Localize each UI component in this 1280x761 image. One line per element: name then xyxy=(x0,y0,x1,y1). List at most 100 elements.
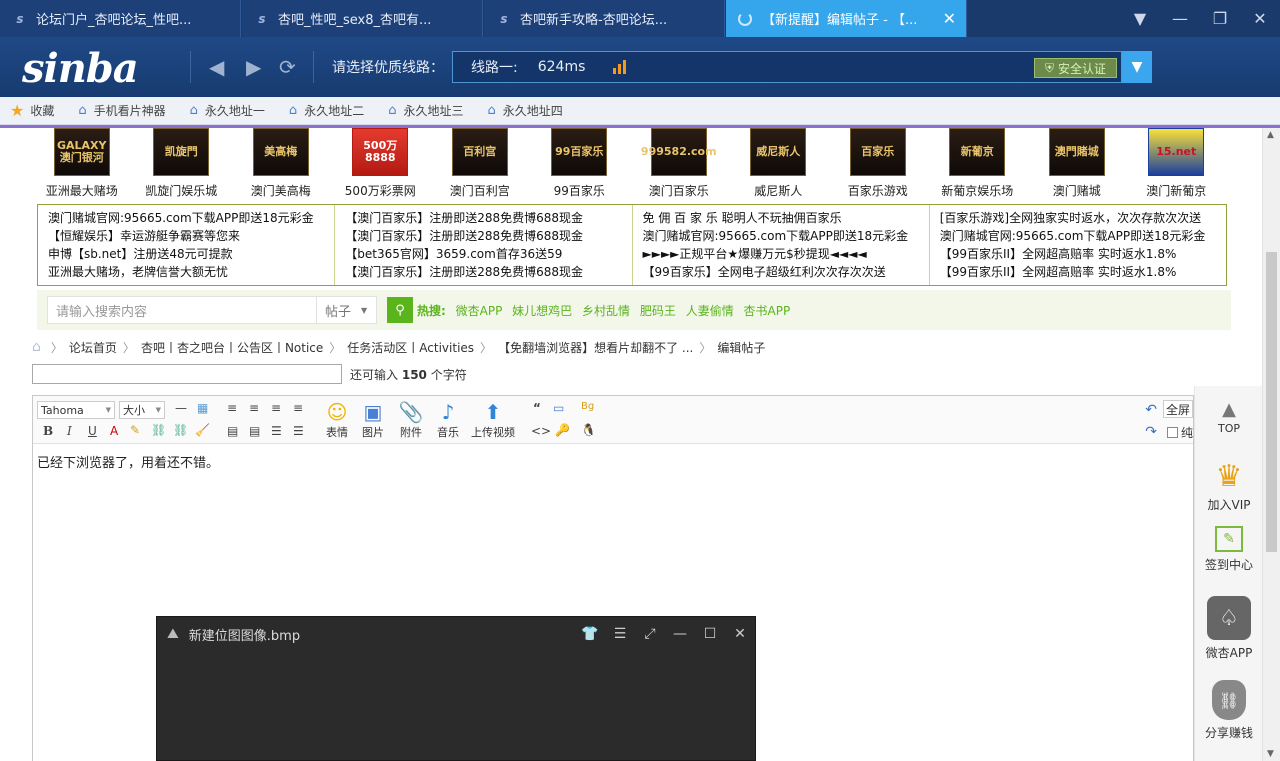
breadcrumb-link[interactable]: 论坛首页 xyxy=(69,339,117,356)
back-to-top-button[interactable]: ▲ TOP xyxy=(1195,396,1262,436)
hot-search-link[interactable]: 人妻偷情 xyxy=(686,304,734,318)
link-icon[interactable]: ⛓ xyxy=(151,423,166,437)
table-icon[interactable]: ▦ xyxy=(197,401,208,415)
logo-item[interactable]: 500万 8888 500万彩票网 xyxy=(331,128,431,200)
align-right-icon[interactable]: ≡ xyxy=(271,401,281,415)
ad-link[interactable]: 亚洲最大赌场，老牌信誉大额无忧 xyxy=(48,263,334,281)
upload-video-button[interactable]: ⬆ 上传视频 xyxy=(469,400,517,440)
refresh-icon[interactable]: ⟳ xyxy=(279,55,296,79)
ordered-list-icon[interactable]: ☰ xyxy=(271,424,282,438)
horizontal-rule-icon[interactable]: — xyxy=(175,401,187,415)
tab-1[interactable]: s 论坛门户_杏吧论坛_性吧... xyxy=(0,0,241,37)
quote-icon[interactable]: “ xyxy=(533,401,541,415)
favorite-item[interactable]: ⌂ 永久地址四 xyxy=(487,102,562,119)
home-icon[interactable]: ⌂ xyxy=(32,339,41,355)
scroll-up-icon[interactable]: ▲ xyxy=(1267,130,1274,140)
logo-item[interactable]: GALAXY 澳门银河 亚洲最大赌场 xyxy=(32,128,132,200)
subject-input[interactable] xyxy=(32,364,342,384)
logo-item[interactable]: 99百家乐 99百家乐 xyxy=(530,128,630,200)
underline-icon[interactable]: U xyxy=(88,424,97,438)
size-select[interactable]: 大小 ▼ xyxy=(119,401,165,419)
search-input[interactable]: 请输入搜索内容 xyxy=(47,296,317,324)
close-window-icon[interactable]: ✕ xyxy=(1240,9,1280,28)
tab-3[interactable]: s 杏吧新手攻略-杏吧论坛... xyxy=(484,0,725,37)
ad-link[interactable]: ►►►►正规平台★爆赚万元$秒提现◄◄◄◄ xyxy=(643,245,929,263)
app-button[interactable]: ♤ 微杏APP xyxy=(1195,596,1262,661)
page-scrollbar[interactable]: ▲ ▼ xyxy=(1262,128,1280,761)
logo-item[interactable]: 威尼斯人 威尼斯人 xyxy=(729,128,829,200)
align-justify-icon[interactable]: ≡ xyxy=(293,401,303,415)
menu-icon[interactable]: ☰ xyxy=(605,626,635,642)
route-dropdown-button[interactable]: ▼ xyxy=(1122,51,1152,83)
align-center-icon[interactable]: ≡ xyxy=(249,401,259,415)
breadcrumb-link[interactable]: 杏吧丨杏之吧台丨公告区丨Notice xyxy=(141,339,323,356)
ad-link[interactable]: 【bet365官网】3659.com首存36送59 xyxy=(345,245,631,263)
skin-icon[interactable]: 👕 xyxy=(575,626,605,642)
close-icon[interactable]: ✕ xyxy=(725,626,755,642)
tab-2[interactable]: s 杏吧_性吧_sex8_杏吧有... xyxy=(242,0,483,37)
ad-link[interactable]: 澳门赌城官网:95665.com下载APP即送18元彩金 xyxy=(48,209,334,227)
ad-link[interactable]: [百家乐游戏]全网独家实时返水，次次存款次次送 xyxy=(940,209,1226,227)
favorite-item-star[interactable]: ★ 收藏 xyxy=(10,101,54,120)
ad-link[interactable]: 【99百家乐II】全网超高赔率 实时返水1.8% xyxy=(940,263,1226,281)
ad-link[interactable]: 【澳门百家乐】注册即送288免费博688现金 xyxy=(345,209,631,227)
scroll-down-icon[interactable]: ▼ xyxy=(1267,749,1274,759)
ad-link[interactable]: 澳门赌城官网:95665.com下载APP即送18元彩金 xyxy=(643,227,929,245)
favorite-item[interactable]: ⌂ 永久地址三 xyxy=(388,102,463,119)
undo-icon[interactable]: ↶ xyxy=(1145,402,1157,418)
unlink-icon[interactable]: ⛓ xyxy=(173,423,188,437)
tab-4-active[interactable]: 【新提醒】编辑帖子 - 【... ✕ xyxy=(726,0,967,37)
font-color-icon[interactable]: A xyxy=(110,424,118,438)
key-icon[interactable]: 🔑 xyxy=(555,423,570,437)
maximize-icon[interactable]: ☐ xyxy=(695,626,725,642)
emoji-button[interactable]: ☺ 表情 xyxy=(317,400,357,440)
ad-link[interactable]: 【99百家乐II】全网超高赔率 实时返水1.8% xyxy=(940,245,1226,263)
close-tab-icon[interactable]: ✕ xyxy=(933,9,956,28)
fullscreen-button[interactable]: 全屏 xyxy=(1163,400,1193,418)
logo-item[interactable]: 新葡京 新葡京娱乐场 xyxy=(928,128,1028,200)
favorite-item[interactable]: ⌂ 永久地址一 xyxy=(190,102,265,119)
ad-link[interactable]: 【澳门百家乐】注册即送288免费博688现金 xyxy=(345,263,631,281)
logo-item[interactable]: 美高梅 澳门美高梅 xyxy=(231,128,331,200)
redo-icon[interactable]: ↷ xyxy=(1145,424,1157,440)
hot-search-link[interactable]: 微杏APP xyxy=(456,304,503,318)
logo-item[interactable]: 百家乐 百家乐游戏 xyxy=(828,128,928,200)
unordered-list-icon[interactable]: ☰ xyxy=(293,424,304,438)
music-button[interactable]: ♪ 音乐 xyxy=(428,400,468,440)
route-select[interactable]: 线路一: 624ms ⛨ 安全认证 xyxy=(452,51,1122,83)
share-earn-button[interactable]: ⛓ 分享赚钱 xyxy=(1195,680,1262,741)
editor-body[interactable]: 已经下浏览器了，用着还不错。 xyxy=(33,444,1193,479)
italic-icon[interactable]: I xyxy=(67,424,72,438)
search-button[interactable]: ⚲ xyxy=(387,297,413,323)
float-right-icon[interactable]: ▤ xyxy=(249,424,260,438)
favorite-item[interactable]: ⌂ 手机看片神器 xyxy=(78,102,165,119)
float-left-icon[interactable]: ▤ xyxy=(227,424,238,438)
font-select[interactable]: Tahoma ▼ xyxy=(37,401,115,419)
logo-item[interactable]: 凯旋門 凯旋门娱乐城 xyxy=(132,128,232,200)
forward-icon[interactable]: ▶ xyxy=(246,55,261,79)
breadcrumb-link[interactable]: 【免翻墙浏览器】想看片却翻不了 ... xyxy=(498,339,693,356)
hot-search-link[interactable]: 妹儿想鸡巴 xyxy=(512,304,572,318)
logo-item[interactable]: 15.net 澳门新葡京 xyxy=(1127,128,1227,200)
ad-link[interactable]: 【澳门百家乐】注册即送288免费博688现金 xyxy=(345,227,631,245)
logo-item[interactable]: 百利宫 澳门百利宫 xyxy=(430,128,530,200)
checkbox[interactable] xyxy=(1166,427,1178,438)
align-left-icon[interactable]: ≡ xyxy=(227,401,237,415)
image-button[interactable]: ▣ 图片 xyxy=(353,400,393,440)
maximize-icon[interactable]: ❐ xyxy=(1200,9,1240,28)
plain-text-toggle[interactable]: 纯 xyxy=(1166,424,1193,441)
attachment-button[interactable]: 📎 附件 xyxy=(391,400,431,440)
bg-icon[interactable]: Bg xyxy=(581,401,594,412)
bold-icon[interactable]: B xyxy=(43,424,53,438)
menu-icon[interactable]: ▼ xyxy=(1120,9,1160,28)
scrollbar-thumb[interactable] xyxy=(1266,252,1277,552)
logo-item[interactable]: 999582.com 澳门百家乐 xyxy=(629,128,729,200)
hot-search-link[interactable]: 肥码王 xyxy=(640,304,676,318)
minimize-icon[interactable]: — xyxy=(665,626,695,642)
fit-screen-icon[interactable]: ⤢ xyxy=(635,626,665,642)
ad-link[interactable]: 【99百家乐】全网电子超级红利次次存次次送 xyxy=(643,263,929,281)
logo-item[interactable]: 澳門賭城 澳门赌城 xyxy=(1027,128,1127,200)
clear-format-icon[interactable]: 🧹 xyxy=(195,423,210,437)
favorite-item[interactable]: ⌂ 永久地址二 xyxy=(289,102,364,119)
highlight-icon[interactable]: ✎ xyxy=(130,423,140,437)
